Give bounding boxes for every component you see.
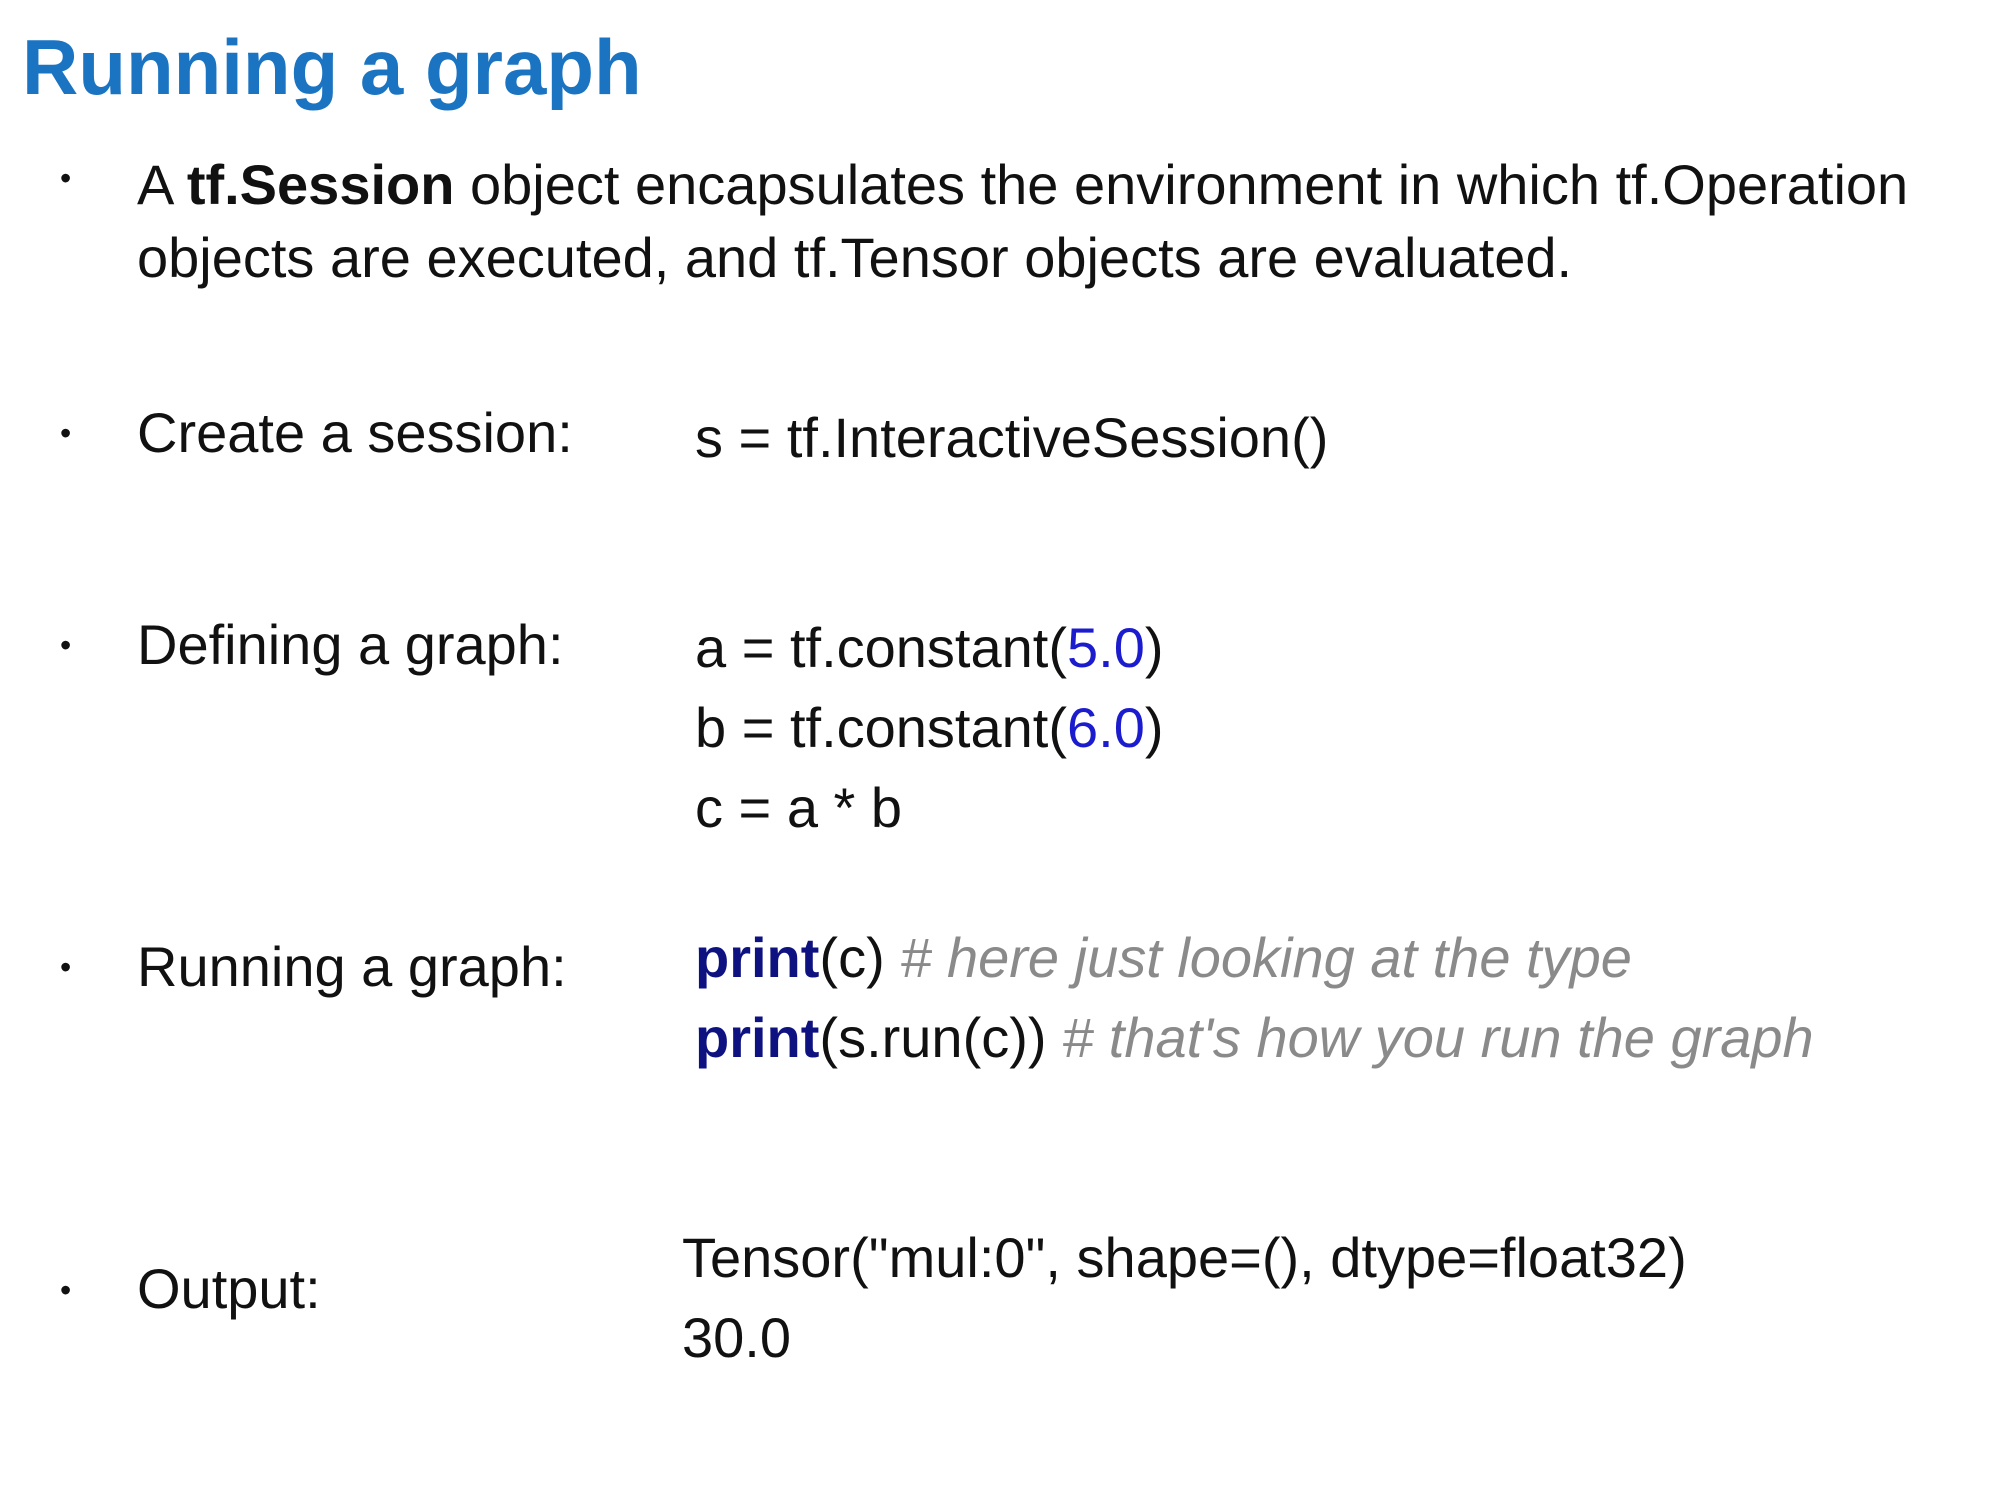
item-label-create-session: Create a session:	[137, 401, 573, 464]
code-line: s = tf.InteractiveSession()	[695, 398, 1328, 478]
code-block-defining-graph: a = tf.constant(5.0) b = tf.constant(6.0)…	[695, 608, 1164, 848]
code-text: b = tf.constant(	[695, 696, 1067, 759]
slide: Running a graph • A tf.Session object en…	[0, 0, 2000, 1500]
bullet-icon: •	[60, 415, 72, 451]
code-line: Tensor("mul:0", shape=(), dtype=float32)	[682, 1218, 1687, 1298]
code-text: a = tf.constant(	[695, 616, 1067, 679]
code-keyword: print	[695, 926, 820, 989]
item-label-defining-graph: Defining a graph:	[137, 613, 564, 676]
code-block-running-graph: print(c) # here just looking at the type…	[695, 918, 1814, 1078]
bullet-icon: •	[60, 160, 72, 196]
code-line: print(c) # here just looking at the type	[695, 918, 1814, 998]
code-text: s = tf.InteractiveSession()	[695, 406, 1329, 469]
code-line: print(s.run(c)) # that's how you run the…	[695, 998, 1814, 1078]
code-keyword: print	[695, 1006, 820, 1069]
code-text: 30.0	[682, 1306, 791, 1369]
slide-title: Running a graph	[22, 23, 642, 111]
bullet-icon: •	[60, 949, 72, 985]
bullet-icon: •	[60, 1272, 72, 1308]
code-block-create-session: s = tf.InteractiveSession()	[695, 398, 1328, 478]
code-text: Tensor("mul:0", shape=(), dtype=float32)	[682, 1226, 1687, 1289]
code-line: b = tf.constant(6.0)	[695, 688, 1164, 768]
item-label-output: Output:	[137, 1257, 321, 1320]
code-number: 5.0	[1066, 616, 1145, 679]
code-text: c = a * b	[695, 776, 903, 839]
intro-prefix: A	[137, 153, 187, 216]
code-line: a = tf.constant(5.0)	[695, 608, 1164, 688]
code-text: (c)	[819, 926, 901, 989]
code-number: 6.0	[1066, 696, 1145, 759]
code-line: 30.0	[682, 1298, 1687, 1378]
code-block-output: Tensor("mul:0", shape=(), dtype=float32)…	[682, 1218, 1687, 1378]
bullet-icon: •	[60, 627, 72, 663]
code-comment: # that's how you run the graph	[1062, 1006, 1814, 1069]
code-text: )	[1144, 696, 1164, 759]
item-label-running-graph: Running a graph:	[137, 935, 567, 998]
code-line: c = a * b	[695, 768, 1164, 848]
code-comment: # here just looking at the type	[900, 926, 1632, 989]
code-text: )	[1144, 616, 1164, 679]
intro-bold-term: tf.Session	[186, 153, 455, 216]
code-text: (s.run(c))	[819, 1006, 1063, 1069]
intro-paragraph: A tf.Session object encapsulates the env…	[137, 148, 1937, 294]
